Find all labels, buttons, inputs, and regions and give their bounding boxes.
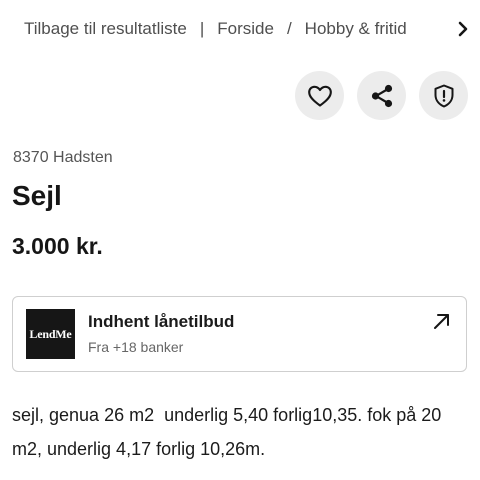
loan-offer-title: Indhent lånetilbud	[88, 312, 235, 331]
breadcrumb-separator: |	[199, 19, 205, 38]
listing-location: 8370 Hadsten	[13, 149, 113, 166]
arrow-up-right-icon	[434, 314, 449, 329]
breadcrumb-category-link[interactable]: Hobby & fritid	[305, 19, 407, 39]
share-icon	[371, 84, 392, 107]
listing-actions	[295, 71, 468, 120]
breadcrumb-back-link[interactable]: Tilbage til resultatliste	[24, 19, 187, 39]
breadcrumb-separator: /	[286, 19, 292, 38]
breadcrumb-scroll-right-button[interactable]	[416, 16, 480, 42]
listing-title: Sejl	[12, 180, 62, 211]
loan-offer-card[interactable]: LendMe Indhent lånetilbud Fra +18 banker	[12, 296, 467, 372]
breadcrumb-home-link[interactable]: Forside	[217, 19, 274, 39]
breadcrumb: Tilbage til resultatliste | Forside / Ho…	[24, 16, 480, 42]
favorite-button[interactable]	[295, 71, 344, 120]
chevron-right-icon	[458, 21, 468, 37]
heart-icon	[307, 85, 332, 107]
shield-alert-icon	[434, 84, 453, 107]
listing-price: 3.000 kr.	[12, 233, 103, 259]
loan-offer-subtitle: Fra +18 banker	[88, 339, 184, 355]
report-button[interactable]	[419, 71, 468, 120]
lendme-logo: LendMe	[26, 309, 75, 359]
share-button[interactable]	[357, 71, 406, 120]
listing-description: sejl, genua 26 m2 underlig 5,40 forlig10…	[12, 405, 447, 459]
